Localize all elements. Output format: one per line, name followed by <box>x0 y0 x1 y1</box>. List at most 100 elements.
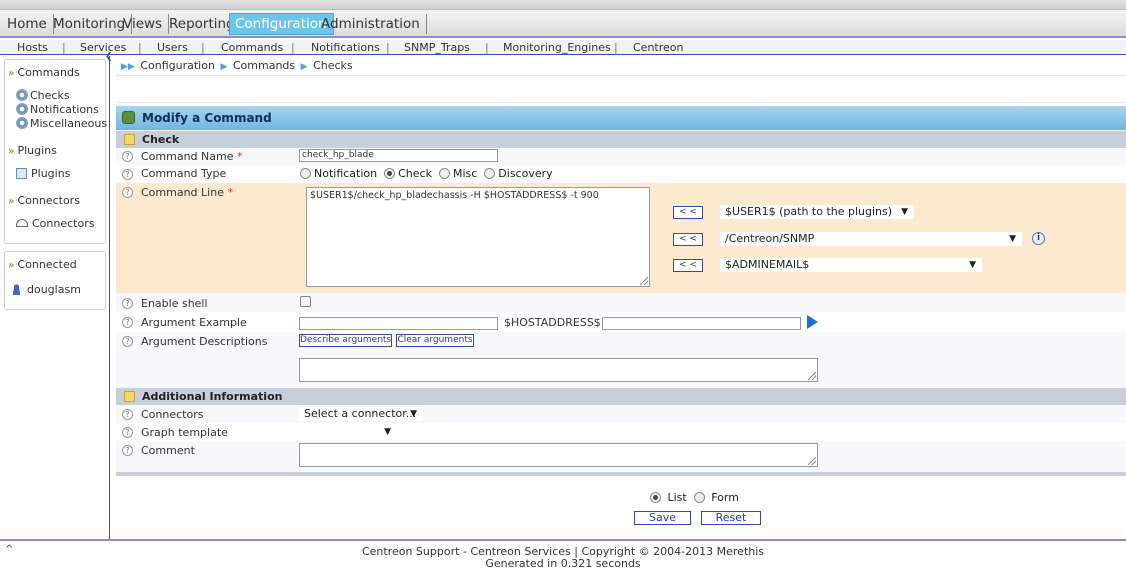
reset-button[interactable]: Reset <box>701 511 761 525</box>
radio-discovery[interactable]: Discovery <box>484 167 553 180</box>
top-menu: Home Monitoring Views Reporting Configur… <box>0 10 1126 38</box>
caret-down-icon: ▼ <box>969 260 976 270</box>
breadcrumb-checks[interactable]: Checks <box>313 59 353 72</box>
menu-home[interactable]: Home <box>2 14 54 34</box>
sidebar-item-checks[interactable]: Checks <box>16 89 70 102</box>
question-circle-icon[interactable]: ? <box>122 298 133 309</box>
question-circle-icon[interactable]: ? <box>122 409 133 420</box>
submenu-commands[interactable]: Commands <box>221 40 283 55</box>
submenu-separator: | <box>386 41 390 54</box>
submenu-hosts[interactable]: Hosts <box>17 40 48 55</box>
argument-descriptions-textarea[interactable] <box>299 358 818 382</box>
submenu-monitoring-engines[interactable]: Monitoring_Engines <box>503 40 611 55</box>
submenu-services[interactable]: Services <box>80 40 126 55</box>
sidebar-item-notifications[interactable]: Notifications <box>16 103 99 116</box>
insert-macro-button-1[interactable]: < < <box>673 206 703 219</box>
submenu-snmp-traps[interactable]: SNMP_Traps <box>404 40 470 55</box>
submenu-users[interactable]: Users <box>157 40 188 55</box>
question-circle-icon[interactable]: ? <box>122 445 133 456</box>
command-line-text: $USER1$/check_hp_bladechassis -H $HOSTAD… <box>310 190 599 201</box>
form-title-label: Modify a Command <box>142 111 272 125</box>
menu-administration[interactable]: Administration <box>316 14 427 34</box>
graph-template-label: Graph template <box>141 426 228 439</box>
radio-circle <box>484 168 496 179</box>
select-value: Select a connector... <box>304 407 417 420</box>
enable-shell-label: Enable shell <box>141 297 208 310</box>
connector-select[interactable]: Select a connector... ▼ <box>299 407 423 421</box>
submenu-notifications[interactable]: Notifications <box>311 40 380 55</box>
radio-form[interactable]: Form <box>693 491 739 504</box>
command-line-label-text: Command Line <box>141 186 224 199</box>
sidebar-user[interactable]: douglasm <box>12 283 81 296</box>
question-circle-icon[interactable]: ? <box>122 169 133 180</box>
argument-example-input[interactable] <box>299 317 498 330</box>
command-line-textarea[interactable]: $USER1$/check_hp_bladechassis -H $HOSTAD… <box>306 187 650 287</box>
macro-select-resource[interactable]: /Centreon/SNMP ▼ <box>720 232 1022 246</box>
sidebar-header-label: Commands <box>17 66 80 79</box>
row-graph-template: ? Graph template ▼ <box>116 423 1126 441</box>
menu-views[interactable]: Views <box>118 14 170 34</box>
sidebar-header-label: Connected <box>17 258 77 271</box>
macro-select-admin[interactable]: $ADMINEMAIL$ ▼ <box>720 258 982 272</box>
resize-grip-icon[interactable] <box>808 457 816 465</box>
required-mark: * <box>227 186 233 199</box>
sidebar-header-label: Connectors <box>17 194 80 207</box>
double-chevron-icon: » <box>8 68 15 79</box>
sidebar-item-miscellaneous[interactable]: Miscellaneous <box>16 117 107 130</box>
submenu-centreon[interactable]: Centreon <box>633 40 683 55</box>
question-circle-icon[interactable]: ? <box>122 151 133 162</box>
radio-misc[interactable]: Misc <box>438 167 477 180</box>
radio-label: List <box>667 491 687 504</box>
save-button[interactable]: Save <box>634 511 691 525</box>
radio-notification[interactable]: Notification <box>300 167 377 180</box>
gear-icon <box>16 89 28 101</box>
command-name-label: Command Name * <box>141 150 243 163</box>
describe-arguments-button[interactable]: Describe arguments <box>299 334 392 347</box>
connector-icon <box>16 219 28 227</box>
row-connectors: ? Connectors Select a connector... ▼ <box>116 405 1126 423</box>
caret-down-icon: ▼ <box>901 207 908 217</box>
argument-example-host-input[interactable] <box>602 317 801 330</box>
insert-macro-button-2[interactable]: < < <box>673 233 703 246</box>
triangle-right-icon: ▶ <box>300 62 308 72</box>
row-command-line: ? Command Line * $USER1$/check_hp_bladec… <box>116 183 1126 293</box>
radio-check[interactable]: Check <box>384 167 432 180</box>
sub-menu: Hosts | Services | Users | Commands | No… <box>0 40 1126 55</box>
radio-list[interactable]: List <box>650 491 687 504</box>
breadcrumb-commands[interactable]: Commands <box>233 59 295 72</box>
breadcrumb-configuration[interactable]: Configuration <box>140 59 215 72</box>
question-circle-icon[interactable]: ? <box>122 317 133 328</box>
question-circle-icon[interactable]: ? <box>122 336 133 347</box>
sidebar-divider <box>109 56 110 540</box>
command-name-input[interactable]: check_hp_blade <box>299 149 498 162</box>
collapse-sidebar-icon[interactable]: ❮ <box>105 52 113 62</box>
sidebar-item-connectors[interactable]: Connectors <box>16 217 94 230</box>
section-check: Check <box>116 131 1126 148</box>
clear-arguments-button[interactable]: Clear arguments <box>396 334 474 347</box>
resize-grip-icon[interactable] <box>808 372 816 380</box>
comment-textarea[interactable] <box>299 443 818 467</box>
play-icon[interactable] <box>807 315 818 329</box>
question-circle-icon[interactable]: ? <box>122 427 133 438</box>
double-chevron-icon: » <box>8 260 15 271</box>
row-enable-shell: ? Enable shell <box>116 294 1126 312</box>
form-panel-footer <box>116 472 1126 476</box>
resize-grip-icon[interactable] <box>640 277 648 285</box>
macro-select-user1[interactable]: $USER1$ (path to the plugins) ▼ <box>720 205 914 219</box>
question-circle-icon[interactable]: ? <box>122 187 133 198</box>
radio-label: Discovery <box>498 167 553 180</box>
sidebar-header-label: Plugins <box>17 144 57 157</box>
sidebar-item-label: Notifications <box>30 103 99 116</box>
double-arrow-icon: ▶▶ <box>121 62 135 72</box>
enable-shell-checkbox[interactable] <box>300 296 311 307</box>
submenu-separator: | <box>201 41 205 54</box>
radio-circle <box>650 492 661 503</box>
graph-template-select[interactable]: ▼ <box>299 425 397 439</box>
top-strip <box>0 0 1126 10</box>
command-type-radios: Notification Check Misc Discovery <box>300 167 553 180</box>
section-additional: Additional Information <box>116 388 1126 405</box>
section-additional-label: Additional Information <box>142 390 283 403</box>
info-icon[interactable]: i <box>1032 232 1045 245</box>
insert-macro-button-3[interactable]: < < <box>673 259 703 272</box>
sidebar-item-plugins[interactable]: Plugins <box>16 167 70 180</box>
